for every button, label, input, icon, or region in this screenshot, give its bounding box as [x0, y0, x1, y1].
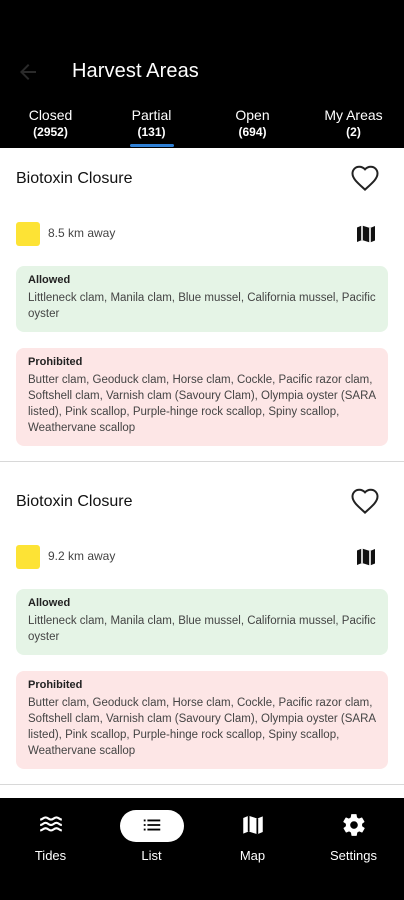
- back-arrow-icon[interactable]: [16, 60, 40, 84]
- tab-label: Partial: [131, 107, 172, 123]
- system-gesture-area: [0, 876, 404, 900]
- favorite-heart-icon[interactable]: [350, 164, 380, 194]
- bottom-navigation: Tides List Map Settings: [0, 798, 404, 876]
- favorite-heart-icon[interactable]: [350, 487, 380, 517]
- tab-count: (2952): [33, 125, 68, 139]
- prohibited-label: Prohibited: [28, 356, 83, 368]
- tab-label: Closed: [28, 107, 73, 123]
- nav-item-list[interactable]: List: [101, 798, 202, 876]
- allowed-label: Allowed: [28, 597, 71, 609]
- tab-label: My Areas: [324, 107, 383, 123]
- allowed-species-text: Littleneck clam, Manila clam, Blue musse…: [28, 292, 376, 320]
- nav-label: Settings: [330, 848, 377, 863]
- selected-tab-indicator: [130, 144, 174, 147]
- nav-item-tides[interactable]: Tides: [0, 798, 101, 876]
- status-color-square: [16, 545, 40, 569]
- harvest-area-card[interactable]: Biotoxin Closure 9.2 km away Allowed Lit…: [0, 471, 404, 785]
- prohibited-species-box: Prohibited Butter clam, Geoduck clam, Ho…: [16, 348, 388, 446]
- tab-count: (2): [346, 125, 361, 139]
- allowed-species-box: Allowed Littleneck clam, Manila clam, Bl…: [16, 266, 388, 332]
- tab-label: Open: [235, 107, 270, 123]
- map-icon[interactable]: [354, 545, 378, 569]
- harvest-area-list[interactable]: Biotoxin Closure 8.5 km away Allowed Lit…: [0, 148, 404, 798]
- prohibited-species-text: Butter clam, Geoduck clam, Horse clam, C…: [28, 697, 376, 757]
- harvest-area-card[interactable]: Biotoxin Closure 8.5 km away Allowed Lit…: [0, 148, 404, 462]
- tab-count: (694): [238, 125, 267, 139]
- map-icon[interactable]: [354, 222, 378, 246]
- distance-text: 8.5 km away: [48, 226, 116, 240]
- card-title: Biotoxin Closure: [16, 170, 133, 187]
- allowed-label: Allowed: [28, 274, 71, 286]
- app-bar: Harvest Areas Closed (2952) Partial (131…: [0, 0, 404, 148]
- distance-text: 9.2 km away: [48, 549, 116, 563]
- tab-count: (131): [137, 125, 166, 139]
- nav-item-settings[interactable]: Settings: [303, 798, 404, 876]
- nav-label: List: [141, 848, 162, 863]
- prohibited-species-box: Prohibited Butter clam, Geoduck clam, Ho…: [16, 671, 388, 769]
- prohibited-label: Prohibited: [28, 679, 83, 691]
- tab-open[interactable]: Open (694): [202, 106, 303, 140]
- nav-label: Tides: [34, 848, 67, 863]
- allowed-species-box: Allowed Littleneck clam, Manila clam, Bl…: [16, 589, 388, 655]
- gear-icon: [342, 814, 365, 836]
- waves-icon: [39, 816, 62, 832]
- nav-label: Map: [239, 848, 266, 863]
- list-icon: [143, 819, 160, 831]
- tab-my-areas[interactable]: My Areas (2): [303, 106, 404, 140]
- prohibited-species-text: Butter clam, Geoduck clam, Horse clam, C…: [28, 374, 376, 434]
- allowed-species-text: Littleneck clam, Manila clam, Blue musse…: [28, 615, 376, 643]
- status-color-square: [16, 222, 40, 246]
- map-icon: [242, 815, 263, 835]
- nav-item-map[interactable]: Map: [202, 798, 303, 876]
- card-title: Biotoxin Closure: [16, 493, 133, 510]
- page-title: Harvest Areas: [72, 60, 199, 82]
- tab-closed[interactable]: Closed (2952): [0, 106, 101, 140]
- tab-partial[interactable]: Partial (131): [101, 106, 202, 140]
- tab-bar: Closed (2952) Partial (131) Open (694) M…: [0, 106, 404, 148]
